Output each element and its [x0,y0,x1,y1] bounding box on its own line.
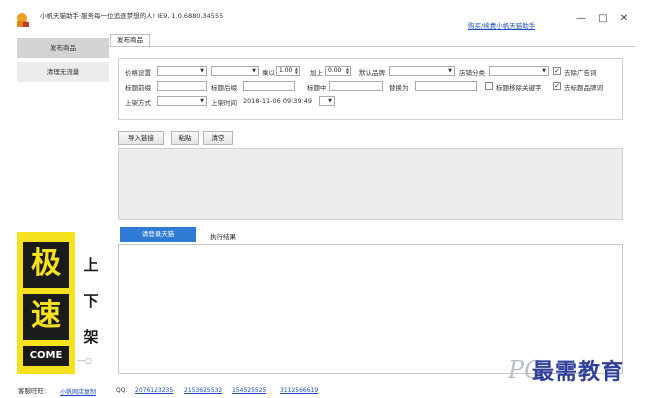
multiply-value: 1.00 [279,67,293,74]
add-label: 加上 [310,69,323,77]
check-icon: ✓ [554,82,560,90]
window-title: 小帆天猫助手·服务每一位追逐梦想的人! IE9, 1.0.6880.34555 [40,12,224,20]
qq-link-3[interactable]: 154525525 [232,387,266,394]
qq-link-1[interactable]: 2076123235 [135,387,173,394]
app-logo-icon [17,13,29,27]
ad-come-label: COME [23,346,69,366]
title-middle-label: 标题中 [307,84,327,92]
title-remove-keywords-label: 标题移除关键字 [496,84,542,92]
customer-service-label: 客服旺旺: [18,387,47,395]
tab-divider [110,46,635,47]
spinner-arrows-icon[interactable]: ▲ ▼ [295,67,298,75]
price-setting-label: 价格设置 [125,69,151,77]
calendar-picker-button[interactable]: ▼ [319,96,335,106]
title-bar: 小帆天猫助手·服务每一位追逐梦想的人! IE9, 1.0.6880.34555 … [0,0,656,38]
execution-result-label[interactable]: 执行结果 [210,231,236,241]
ad-right-panel: 上 下 架 [77,246,105,366]
add-value: 0.00 [328,67,342,74]
title-middle-input[interactable] [329,81,383,91]
paste-button[interactable]: 粘贴 [171,131,199,145]
spinner-arrows-icon[interactable]: ▲ ▼ [346,67,349,75]
shop-category-label: 店铺分类 [459,69,485,77]
remove-ads-checkbox[interactable]: ✓ [553,67,561,75]
maximize-button[interactable]: □ [596,12,610,26]
price-setting-select[interactable]: ▼ [157,66,207,76]
buy-renew-link[interactable]: 购买/续费小帆天猫助手 [468,20,535,30]
ad-char-su: 速 [23,294,69,340]
ad-banner: 极 速 COME 上 下 架 —○ [17,232,109,374]
chevron-down-icon: ▼ [252,68,256,74]
title-suffix-label: 标题后缀 [211,84,237,92]
watermark-text: 最需教育 [532,359,625,385]
title-prefix-input[interactable] [157,81,207,91]
default-brand-select[interactable]: ▼ [389,66,455,76]
ad-char-jia: 架 [83,328,99,346]
qq-link-4[interactable]: 3112566619 [280,387,318,394]
import-links-button[interactable]: 导入链接 [118,131,164,145]
qq-link-2[interactable]: 2153625532 [184,387,222,394]
title-suffix-input[interactable] [243,81,295,91]
listing-time-label: 上架时间 [211,99,237,107]
replace-with-input[interactable] [415,81,477,91]
tab-publish[interactable]: 发布商品 [110,34,150,46]
login-tmall-button[interactable]: 请登录天猫 [120,227,196,242]
listing-mode-label: 上架方式 [125,99,151,107]
ad-decoration: —○ [77,356,92,365]
links-textarea[interactable] [118,148,623,220]
settings-panel: 价格设置 ▼ ▼ 乘以 1.00 ▲ ▼ 加上 0.00 ▲ ▼ 默认品牌 ▼ 店铺分类… [118,58,623,120]
calendar-icon: ▼ [328,98,332,104]
remove-title-brand-checkbox[interactable]: ✓ [553,82,561,90]
chevron-down-icon: ▼ [542,68,546,74]
remove-title-brand-label: 去标题品牌词 [564,84,603,92]
title-prefix-label: 标题前缀 [125,84,151,92]
sidebar-item-publish[interactable]: 发布商品 [17,38,109,58]
clear-button[interactable]: 清空 [203,131,233,145]
chevron-down-icon: ▼ [448,68,452,74]
ad-char-xia: 下 [83,292,99,310]
multiply-stepper[interactable]: 1.00 ▲ ▼ [276,66,300,76]
multiply-label: 乘以 [262,69,275,77]
price-operator-select[interactable]: ▼ [211,66,259,76]
listing-time-value[interactable]: 2018-11-06 09:39:49 [243,97,312,105]
chevron-down-icon: ▼ [200,68,204,74]
title-remove-keywords-checkbox[interactable] [485,82,493,90]
replace-with-label: 替换为 [389,84,409,92]
close-button[interactable]: ✕ [617,12,631,26]
default-brand-label: 默认品牌 [359,69,385,77]
sidebar-item-clean-no-traffic[interactable]: 清理无流量 [17,62,109,82]
ad-left-panel: 极 速 COME [17,232,75,374]
listing-mode-select[interactable]: ▼ [157,96,207,106]
ad-char-shang: 上 [83,256,99,274]
check-icon: ✓ [554,67,560,75]
qq-label: QQ: [116,387,128,394]
customer-service-link[interactable]: 小帆网店复制 [60,387,96,396]
shop-category-select[interactable]: ▼ [489,66,549,76]
minimize-button[interactable]: — [574,12,588,26]
chevron-down-icon: ▼ [200,98,204,104]
ad-char-ji: 极 [23,242,69,288]
remove-ads-label: 去除广告词 [564,69,597,77]
add-stepper[interactable]: 0.00 ▲ ▼ [325,66,351,76]
